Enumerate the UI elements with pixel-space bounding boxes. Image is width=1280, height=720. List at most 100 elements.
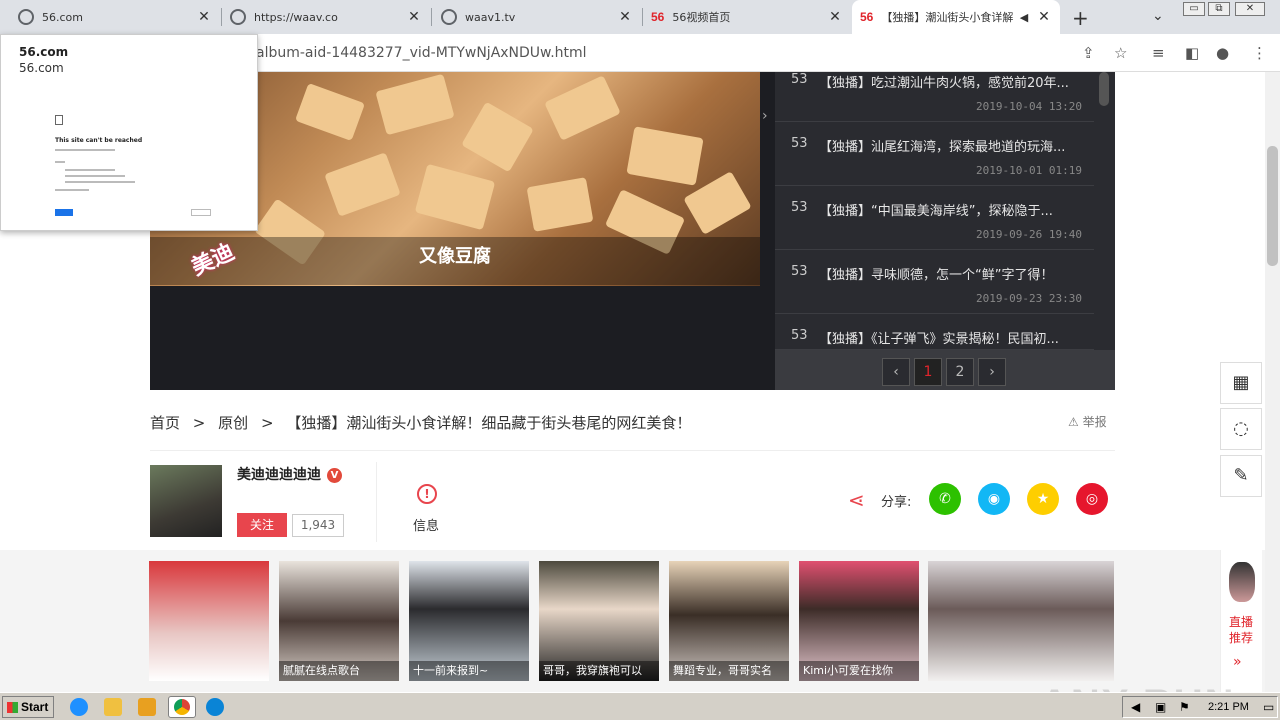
windows-taskbar: Start ◀ ▣ ⚑ ▭ 2:21 PM [0,692,1280,720]
tab-56-home[interactable]: 56 56视频首页 ✕ [643,0,851,34]
page-scrollbar[interactable] [1265,72,1280,692]
info-icon[interactable]: ! [417,484,437,504]
preview-thumbnail: This site can't be reached [55,115,215,225]
close-icon[interactable]: ✕ [617,9,633,25]
close-icon[interactable]: ✕ [827,9,843,25]
live-thumb[interactable] [928,561,1114,681]
live-thumb[interactable] [149,561,269,681]
pager-prev-button[interactable]: ‹ [882,358,910,386]
flag-icon[interactable]: ⚑ [1179,700,1190,714]
warning-icon: ⚠ [1068,415,1079,429]
wechat-share-button[interactable]: ✆ [929,483,961,515]
tab-waav1[interactable]: waav1.tv ✕ [433,0,641,34]
globe-icon [18,9,34,25]
playlist-item[interactable]: 53 【独播】《让子弹飞》实景揭秘！民国初... [775,314,1094,350]
globe-icon [230,9,246,25]
side-panel-icon[interactable]: ◧ [1185,44,1199,62]
report-button[interactable]: ⚠ 举报 [1068,413,1107,430]
chevron-right-icon: > [260,414,274,432]
anyrun-watermark: ANY RUN [1040,682,1236,692]
globe-icon [441,9,457,25]
weibo-share-button[interactable]: ◎ [1076,483,1108,515]
minimize-button[interactable]: ▭ [1183,2,1205,16]
media-control-icon[interactable]: ≡ [1152,44,1165,62]
address-bar[interactable]: album-aid-14483277_vid-MTYwNjAxNDUw.html [256,45,587,61]
playlist-pager: ‹ 1 2 › [775,350,1115,390]
chevron-right-icon: > [192,414,206,432]
playlist-item[interactable]: 53 【独播】“中国最美海岸线”，探秘隐于... 2019-09-26 19:4… [775,186,1094,250]
follow-button[interactable]: 关注 [237,513,287,537]
edit-icon[interactable]: ✎ [1220,455,1262,497]
pager-next-button[interactable]: › [978,358,1006,386]
follower-count: 1,943 [292,514,344,537]
share-icon: ⋖ [848,488,865,512]
breadcrumb: 首页 > 原创 > 【独播】潮汕街头小食详解！细品藏于街头巷尾的网红美食！ [150,412,699,433]
speaker-icon[interactable]: ◀ [1016,11,1032,24]
live-thumb[interactable]: 哥哥，我穿旗袍可以 [539,561,659,681]
pager-page-1[interactable]: 1 [914,358,942,386]
info-label[interactable]: 信息 [413,515,439,534]
tab-active-video[interactable]: 56 【独播】潮汕街头小食详解 ◀ ✕ [852,0,1060,34]
start-button[interactable]: Start [2,696,54,718]
video-subtitle: 又像豆腐 [419,246,491,267]
live-recommend-strip: 腻腻在线点歌台 十一前来报到~ 哥哥，我穿旗袍可以 舞蹈专业，哥哥实名 Kimi… [0,550,1265,692]
clock: 2:21 PM [1208,701,1249,713]
lightbulb-icon[interactable]: ◌ [1220,408,1262,450]
qrcode-icon[interactable]: ▦ [1220,362,1262,404]
live-thumb[interactable]: 舞蹈专业，哥哥实名 [669,561,789,681]
star-icon[interactable]: ☆ [1114,44,1127,62]
page-title: 【独播】潮汕街头小食详解！细品藏于街头巷尾的网红美食！ [286,414,692,432]
scrollbar-thumb[interactable] [1267,146,1278,266]
56-logo-icon: 56 [651,10,665,24]
close-window-button[interactable]: ✕ [1235,2,1265,16]
new-tab-icon[interactable]: + [1072,6,1089,30]
playlist-item[interactable]: 53 【独播】汕尾红海湾，探索最地道的玩海... 2019-10-01 01:1… [775,122,1094,186]
chrome-icon [174,699,190,715]
playlist-item[interactable]: 53 【独播】吃过潮汕牛肉火锅，感觉前20年... 2019-10-04 13:… [775,72,1094,122]
close-icon[interactable]: ✕ [196,9,212,25]
share-page-icon[interactable]: ⇪ [1082,44,1095,62]
kebab-menu-icon[interactable]: ⋮ [1252,44,1267,62]
tab-separator [431,8,432,26]
system-tray: ◀ ▣ ⚑ ▭ [1122,696,1278,718]
pager-page-2[interactable]: 2 [946,358,974,386]
live-avatar [1229,562,1255,602]
speaker-icon[interactable]: ◀ [1131,700,1140,714]
network-icon[interactable]: ▣ [1155,700,1166,714]
breadcrumb-category[interactable]: 原创 [218,414,248,432]
breadcrumb-home[interactable]: 首页 [150,414,180,432]
live-thumb[interactable]: Kimi小可爱在找你 [799,561,919,681]
chevron-right-icon[interactable]: › [762,108,768,124]
double-chevron-right-icon: » [1233,654,1242,670]
close-icon[interactable]: ✕ [1036,9,1052,25]
avatar[interactable] [150,465,222,537]
divider [376,462,377,542]
folder-icon[interactable] [104,698,122,716]
video-player: 又像豆腐 美迪 › 53 【独播】吃过潮汕牛肉火锅，感觉前20年... 2019… [150,72,1115,390]
live-thumb[interactable]: 腻腻在线点歌台 [279,561,399,681]
qq-share-button[interactable]: ◉ [978,483,1010,515]
tab-waav[interactable]: https://waav.co ✕ [222,0,430,34]
playlist-panel: 53 【独播】吃过潮汕牛肉火锅，感觉前20年... 2019-10-04 13:… [775,72,1115,390]
tab-56com[interactable]: 56.com ✕ [10,0,220,34]
author-name[interactable]: 美迪迪迪迪迪 V [237,464,342,484]
page-icon [55,115,63,125]
media-player-icon[interactable] [138,698,156,716]
action-center-icon[interactable]: ▭ [1263,700,1274,714]
chevron-down-icon[interactable]: ⌄ [1152,8,1164,24]
verified-badge-icon: V [327,468,342,483]
ie-icon[interactable] [70,698,88,716]
playlist-item[interactable]: 53 【独播】寻味顺德，怎一个“鲜”字了得！ 2019-09-23 23:30 [775,250,1094,314]
share-label: 分享: [881,495,912,510]
edge-icon[interactable] [206,698,224,716]
profile-icon[interactable]: ● [1216,44,1229,62]
chrome-taskbar-button[interactable] [168,696,196,718]
restore-button[interactable]: ⧉ [1208,2,1230,16]
playlist-scrollbar[interactable] [1099,72,1109,106]
close-icon[interactable]: ✕ [406,9,422,25]
live-thumb[interactable]: 十一前来报到~ [409,561,529,681]
live-recommend-side[interactable]: 直播推荐 » [1220,550,1262,692]
56-logo-icon: 56 [860,10,874,24]
divider [150,450,1115,451]
qzone-share-button[interactable]: ★ [1027,483,1059,515]
